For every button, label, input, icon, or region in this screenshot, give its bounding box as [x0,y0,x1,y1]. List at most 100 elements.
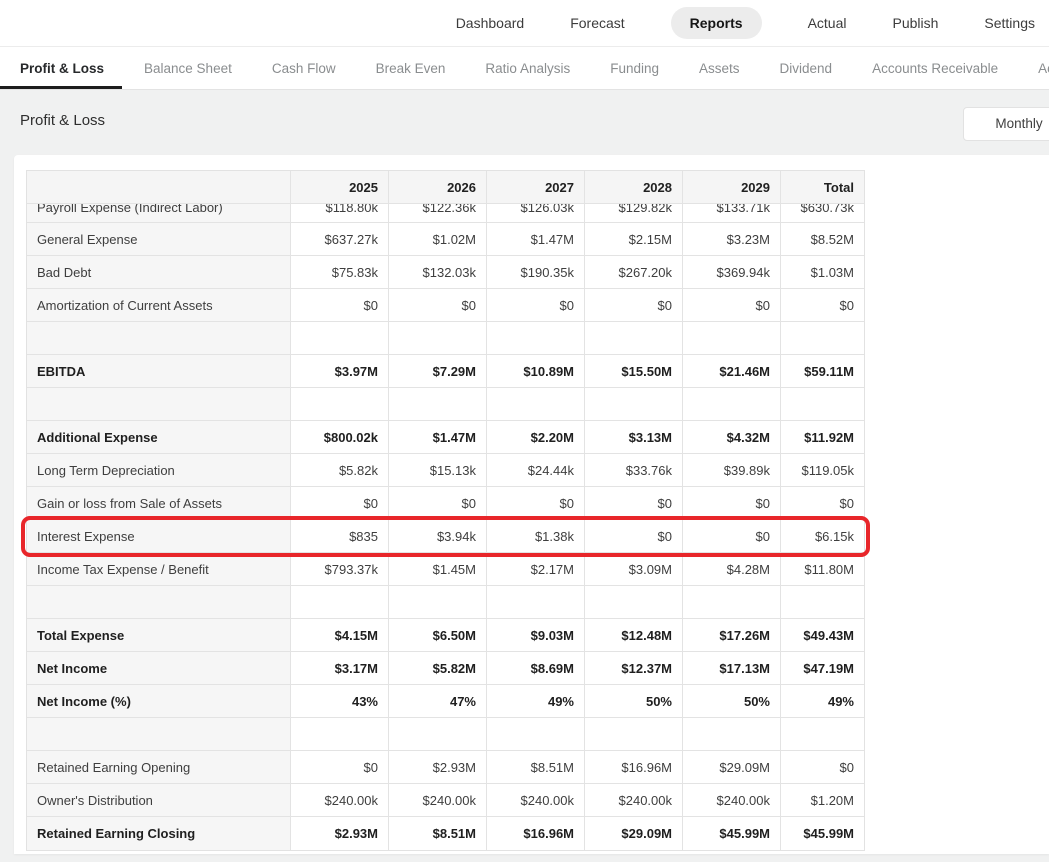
tab-break-even[interactable]: Break Even [376,47,446,89]
cell-total: 49% [781,685,864,718]
cell-2029: $4.28M [683,553,781,586]
cell-2025 [291,322,389,355]
table-header-row: 2025 2026 2027 2028 2029 Total [27,171,864,204]
cell-total: $630.73k [781,204,864,222]
cell-2027: $8.51M [487,751,585,784]
profit-loss-table: 2025 2026 2027 2028 2029 Total Payroll Expense… [21,170,870,851]
cell-total: $6.15k [781,520,864,553]
nav-item-publish[interactable]: Publish [892,7,938,39]
nav-item-actual[interactable]: Actual [808,7,847,39]
cell-2027: $240.00k [487,784,585,817]
cell-2028 [585,718,683,751]
cell-2028 [585,388,683,421]
cell-total [781,388,864,421]
table-spacer-row [27,586,864,619]
cell-2029 [683,718,781,751]
nav-item-forecast[interactable]: Forecast [570,7,624,39]
row-label: EBITDA [27,355,291,388]
cell-2027 [487,322,585,355]
tab-balance-sheet[interactable]: Balance Sheet [144,47,232,89]
cell-2026: 47% [389,685,487,718]
cell-2028: $33.76k [585,454,683,487]
nav-item-reports[interactable]: Reports [670,7,762,39]
cell-2028: $12.48M [585,619,683,652]
tab-accounts-receivable[interactable]: Accounts Receivable [872,47,998,89]
tab-dividend[interactable]: Dividend [780,47,833,89]
cell-total [781,322,864,355]
cell-2026: $1.02M [389,223,487,256]
cell-2026: $7.29M [389,355,487,388]
cell-2028 [585,322,683,355]
cell-2027: $2.20M [487,421,585,454]
cell-2025: $118.80k [291,204,389,222]
cell-2028 [585,586,683,619]
row-label [27,718,291,751]
cell-2026: $1.45M [389,553,487,586]
row-label: Owner's Distribution [27,784,291,817]
tab-ratio-analysis[interactable]: Ratio Analysis [485,47,570,89]
cell-2026: $0 [389,487,487,520]
table-row: Payroll Expense (Indirect Labor) $118.80k… [27,204,864,223]
cell-total: $59.11M [781,355,864,388]
cell-2029: $17.26M [683,619,781,652]
tab-profit-and-loss[interactable]: Profit & Loss [0,47,123,89]
cell-2025 [291,388,389,421]
cell-2028: 50% [585,685,683,718]
cell-2027: $2.17M [487,553,585,586]
cell-total [781,586,864,619]
row-label: Income Tax Expense / Benefit [27,553,291,586]
table-row: Net Income (%) 43% 47% 49% 50% 50% 49% [27,685,864,718]
period-selector-button[interactable]: Monthly [963,107,1049,141]
table-spacer-row [27,718,864,751]
table-row: Owner's Distribution $240.00k $240.00k $240… [27,784,864,817]
cell-2029: $21.46M [683,355,781,388]
cell-2025 [291,586,389,619]
cell-2026: $1.47M [389,421,487,454]
cell-2029: $17.13M [683,652,781,685]
cell-2026: $0 [389,289,487,322]
cell-2025: $3.97M [291,355,389,388]
cell-2028: $2.15M [585,223,683,256]
cell-total: $1.03M [781,256,864,289]
row-label [27,388,291,421]
column-header-2028: 2028 [585,171,683,204]
cell-2027 [487,388,585,421]
row-label: Total Expense [27,619,291,652]
table-row: Net Income $3.17M $5.82M $8.69M $12.37M $17.1… [27,652,864,685]
tab-assets[interactable]: Assets [699,47,740,89]
table-row: Retained Earning Opening $0 $2.93M $8.51M $1… [27,751,864,784]
cell-2029: $39.89k [683,454,781,487]
cell-2029 [683,388,781,421]
cell-2029: $133.71k [683,204,781,222]
cell-2025: $4.15M [291,619,389,652]
column-header-2026: 2026 [389,171,487,204]
row-label: Net Income [27,652,291,685]
cell-2025: 43% [291,685,389,718]
cell-2025: $0 [291,751,389,784]
nav-item-dashboard[interactable]: Dashboard [456,7,525,39]
tab-funding[interactable]: Funding [610,47,659,89]
cell-2027: $24.44k [487,454,585,487]
row-label: Long Term Depreciation [27,454,291,487]
cell-2026 [389,718,487,751]
cell-2026: $6.50M [389,619,487,652]
tab-cash-flow[interactable]: Cash Flow [272,47,336,89]
row-label: Interest Expense [27,520,291,553]
cell-2027: 49% [487,685,585,718]
page-content: Profit & Loss Monthly 2025 2026 2027 2028 20… [0,90,1049,861]
tab-accounts-payable-truncated[interactable]: Accounts [1038,47,1049,89]
cell-2029: $29.09M [683,751,781,784]
table-row: Interest Expense $835 $3.94k $1.38k $0 $0 $6.1… [21,516,870,557]
cell-2029: $4.32M [683,421,781,454]
row-label: Amortization of Current Assets [27,289,291,322]
row-label [27,586,291,619]
cell-2028: $16.96M [585,751,683,784]
cell-2025: $800.02k [291,421,389,454]
cell-2025: $793.37k [291,553,389,586]
cell-total: $1.20M [781,784,864,817]
cell-total: $0 [781,751,864,784]
page-title: Profit & Loss [20,112,106,129]
table-row: Income Tax Expense / Benefit $793.37k $1.4… [27,553,864,586]
cell-2025: $0 [291,289,389,322]
nav-item-settings[interactable]: Settings [984,7,1035,39]
